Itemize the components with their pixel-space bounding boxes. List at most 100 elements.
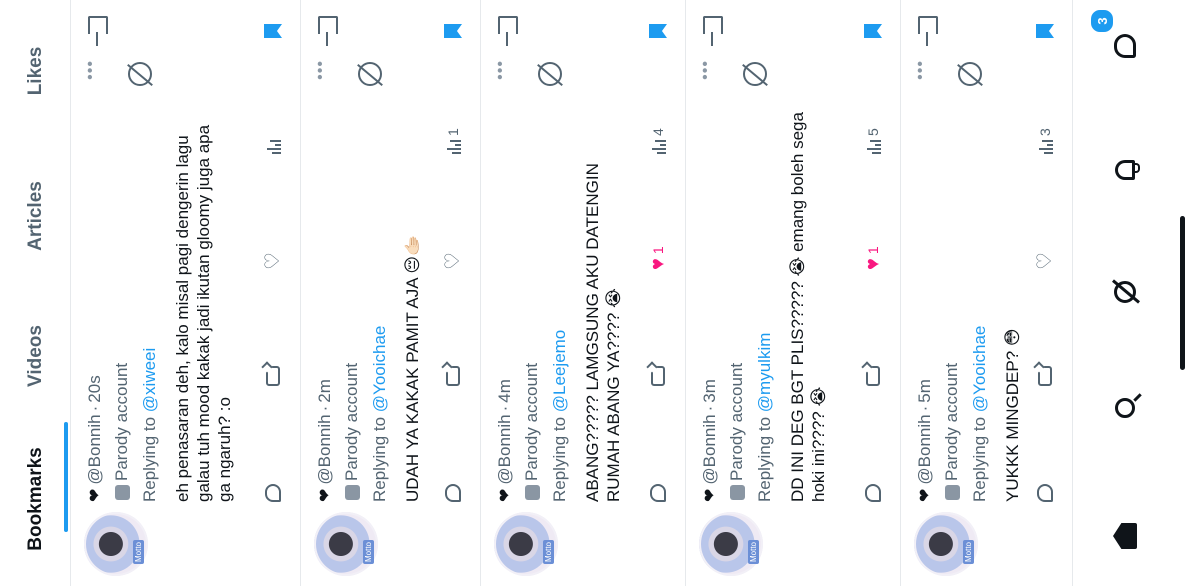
views-icon [865, 140, 881, 154]
search-icon [1115, 398, 1135, 418]
avatar[interactable]: Motto [914, 512, 978, 576]
tab-bookmarks[interactable]: Bookmarks [16, 434, 56, 564]
bookmark-button[interactable] [649, 24, 667, 38]
more-options-icon[interactable]: ••• [912, 60, 930, 80]
tab-likes[interactable]: Likes [16, 26, 56, 116]
handle[interactable]: @Bonnih [700, 414, 720, 484]
handle[interactable]: @Bonnih [915, 414, 935, 484]
like-button[interactable]: ♥ 1 [862, 154, 884, 270]
handle[interactable]: @Bonnih [85, 414, 105, 484]
tab-articles[interactable]: Articles [16, 166, 56, 266]
tweet[interactable]: Motto ❤ @Bonnih · 3m Parody account Repl… [685, 0, 901, 586]
tweet-text: DD INI DEG BGT PLIS????? 😭 emang boleh s… [788, 112, 828, 502]
views-button[interactable] [265, 38, 281, 154]
more-options-icon[interactable]: ••• [697, 60, 715, 80]
more-options-icon[interactable]: ••• [312, 60, 330, 80]
timestamp[interactable]: 3m [700, 379, 720, 403]
parody-text: Parody account [727, 362, 746, 481]
reply-button[interactable] [445, 386, 461, 502]
retweet-button[interactable] [866, 270, 880, 386]
reply-icon [650, 484, 666, 502]
bookmark-button[interactable] [864, 24, 882, 38]
replying-to-mention[interactable]: @Leejemo [550, 330, 569, 412]
parody-mask-icon [944, 485, 960, 500]
timestamp[interactable]: 4m [495, 379, 515, 403]
views-button[interactable]: 4 [650, 38, 666, 154]
exit-icon[interactable] [88, 16, 108, 34]
exit-icon[interactable] [318, 16, 338, 34]
more-options-icon[interactable]: ••• [492, 60, 510, 80]
retweet-icon [266, 366, 280, 386]
views-button[interactable]: 1 [445, 38, 461, 154]
handle[interactable]: @Bonnih [495, 414, 515, 484]
bookmark-button[interactable] [264, 24, 282, 38]
bookmark-button[interactable] [444, 24, 462, 38]
exit-icon[interactable] [498, 16, 518, 34]
replying-to-mention[interactable]: @xiweei [140, 348, 159, 413]
grok-icon[interactable] [743, 62, 767, 86]
replying-to-mention[interactable]: @Yooichae [370, 326, 389, 413]
replying-prefix: Replying to [550, 416, 569, 502]
tweet[interactable]: Motto ❤ @Bonnih · 4m Parody account Repl… [480, 0, 686, 586]
views-button[interactable]: 3 [1037, 38, 1053, 154]
tweet[interactable]: Motto ❤ @Bonnih · 20s Parody account Rep… [70, 0, 301, 586]
parody-label: Parody account [342, 363, 362, 502]
home-button[interactable] [1105, 516, 1145, 556]
like-button[interactable]: ♡ [442, 154, 464, 270]
reply-button[interactable] [265, 386, 281, 502]
like-button[interactable]: ♡ [1034, 154, 1056, 270]
grok-icon[interactable] [538, 62, 562, 86]
reply-button[interactable] [1037, 386, 1053, 502]
notifications-button[interactable] [1105, 150, 1145, 190]
bookmark-button[interactable] [1036, 24, 1054, 38]
like-button[interactable]: ♥ 1 [647, 154, 669, 270]
search-button[interactable] [1105, 388, 1145, 428]
handle[interactable]: @Bonnih [315, 414, 335, 484]
tweet-actions: ♡ [260, 10, 286, 502]
exit-icon[interactable] [703, 16, 723, 34]
black-heart-emoji: ❤ [87, 488, 104, 502]
parody-mask-icon [344, 485, 360, 500]
avatar[interactable]: Motto [699, 512, 763, 576]
parody-mask-icon [114, 485, 130, 500]
avatar[interactable]: Motto [314, 512, 378, 576]
grok-icon[interactable] [358, 62, 382, 86]
avatar[interactable]: Motto [84, 512, 148, 576]
timestamp[interactable]: 5m [915, 379, 935, 403]
retweet-button[interactable] [266, 270, 280, 386]
reply-button[interactable] [865, 386, 881, 502]
avatar[interactable]: Motto [494, 512, 558, 576]
retweet-button[interactable] [446, 270, 460, 386]
views-icon [265, 140, 281, 154]
more-options-icon[interactable]: ••• [82, 60, 100, 80]
heart-icon: ♡ [1034, 252, 1056, 270]
timestamp[interactable]: 20s [85, 375, 105, 402]
messages-button[interactable]: 3 [1089, 8, 1145, 66]
bookmark-icon [649, 24, 667, 38]
view-count: 1 [445, 128, 461, 136]
tweet-header: ❤ @Bonnih · 3m [699, 379, 721, 502]
separator-dot: · [85, 405, 104, 412]
tab-videos[interactable]: Videos [16, 306, 56, 406]
parody-label: Parody account [727, 363, 747, 502]
retweet-button[interactable] [651, 270, 665, 386]
timestamp[interactable]: 2m [315, 379, 335, 403]
parody-text: Parody account [522, 362, 541, 481]
home-indicator [1180, 216, 1185, 370]
bookmark-icon [1036, 24, 1054, 38]
tweet-header: ❤ @Bonnih · 5m [914, 379, 936, 502]
grok-icon[interactable] [958, 62, 982, 86]
separator-dot: · [315, 405, 334, 412]
retweet-button[interactable] [1038, 270, 1052, 386]
tweet[interactable]: Motto ❤ @Bonnih · 5m Parody account Repl… [900, 0, 1073, 586]
reply-button[interactable] [650, 386, 666, 502]
replying-to-mention[interactable]: @Yooichae [970, 326, 989, 413]
views-button[interactable]: 5 [865, 38, 881, 154]
replying-to-mention[interactable]: @myulkim [755, 333, 774, 413]
like-button[interactable]: ♡ [262, 154, 284, 270]
messages-badge: 3 [1089, 8, 1115, 34]
grok-button[interactable] [1105, 272, 1145, 312]
tweet[interactable]: Motto ❤ @Bonnih · 2m Parody account Repl… [300, 0, 481, 586]
grok-icon[interactable] [128, 62, 152, 86]
exit-icon[interactable] [918, 16, 938, 34]
